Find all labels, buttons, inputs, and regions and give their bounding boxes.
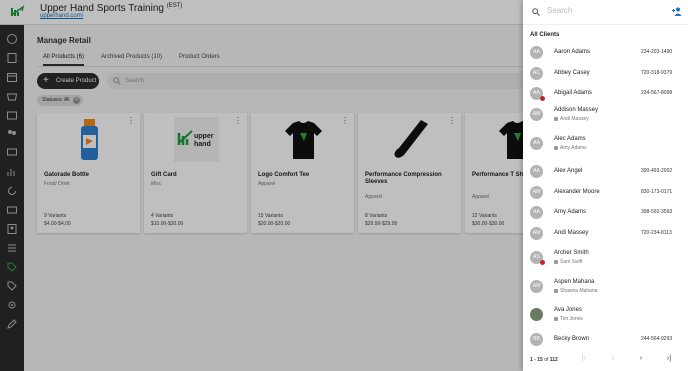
client-avatar: AC [530,67,543,80]
client-avatar: AM [530,108,543,121]
managed-icon [554,116,558,121]
client-name: Alec Adams [554,136,586,142]
add-client-icon[interactable] [672,7,682,16]
client-avatar [530,308,543,321]
managed-by-name: Amy Adams [560,145,587,151]
client-name: Abigail Adams [554,90,593,96]
client-name: Alexander Moore [554,189,600,195]
managed-by-label: Andi Massey [554,116,589,122]
pagination-range: 1 - 15 [530,357,543,363]
client-avatar: AM [530,280,543,293]
managed-icon [554,288,558,293]
first-page-icon[interactable]: |‹ [579,355,589,362]
client-name: Becky Brown [554,336,590,342]
client-name: Abbey Casey [554,70,590,76]
client-search-input[interactable]: Search [547,6,572,15]
alert-badge [540,260,545,265]
managed-by-label: Shawna Mahana [554,288,598,294]
client-phone: 234-203-1490 [641,49,673,55]
drawer-divider [523,24,688,25]
client-phone: 720-318-9379 [641,70,673,76]
managed-by-label: Amy Adams [554,145,587,151]
prev-page-icon[interactable]: ‹ [608,355,618,362]
managed-by-label: Tim Jones [554,316,583,322]
client-phone: 398-592-3593 [641,209,673,215]
client-name: Alex Angel [554,168,583,174]
client-avatar: AM [530,227,543,240]
all-clients-heading: All Clients [530,32,560,38]
client-avatar: AM [530,186,543,199]
client-name: Aspen Mahana [554,279,595,285]
client-avatar: BB [530,333,543,346]
client-name: Addison Massey [554,107,599,113]
managed-by-name: Shawna Mahana [560,288,598,294]
search-icon [532,8,540,16]
client-phone: 234-567-8098 [641,90,673,96]
managed-by-label: Sam Swift [554,259,583,265]
client-name: Ava Jones [554,307,582,313]
client-phone: 244-564-9293 [641,336,673,342]
pagination-total: 112 [549,357,558,363]
pagination-text: 1 - 15 of 112 [530,357,558,363]
managed-by-name: Sam Swift [560,259,583,265]
client-search-drawer: Search All Clients AA Aaron Adams 234-203-… [523,0,688,371]
client-avatar: AA [530,137,543,150]
pagination-bar: 1 - 15 of 112 |‹ ‹ › ›| [523,351,688,371]
managed-by-name: Andi Massey [560,116,589,122]
client-phone: 390-493-2002 [641,168,673,174]
alert-badge [540,96,545,101]
client-name: Aaron Adams [554,49,591,55]
client-phone: 830-173-0171 [641,189,673,195]
client-phone: 720-234-8113 [641,230,672,236]
pagination-of: of [544,357,549,363]
last-page-icon[interactable]: ›| [664,355,674,362]
next-page-icon[interactable]: › [636,355,646,362]
managed-icon [554,145,558,150]
managed-icon [554,316,558,321]
client-avatar: AA [530,46,543,59]
client-avatar: AA [530,165,543,178]
managed-by-name: Tim Jones [560,316,583,322]
client-avatar: AA [530,206,543,219]
client-name: Archer Smith [554,250,589,256]
client-name: Andi Massey [554,230,589,236]
managed-icon [554,259,558,264]
client-name: Amy Adams [554,209,587,215]
modal-overlay[interactable] [0,0,523,371]
